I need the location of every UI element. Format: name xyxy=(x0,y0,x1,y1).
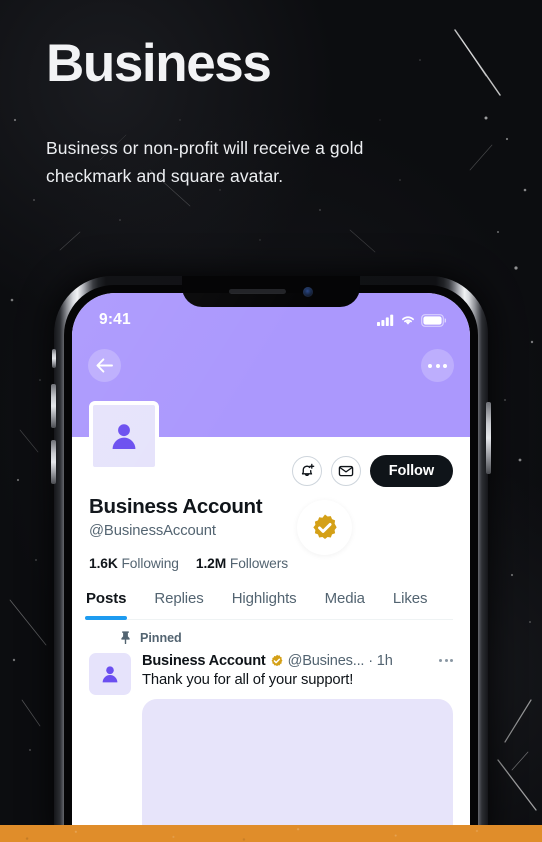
silent-switch-button[interactable] xyxy=(52,349,56,368)
power-button[interactable] xyxy=(486,402,491,474)
tweet-content: Business Account @Busines... · 1h Thank … xyxy=(142,653,453,842)
more-horizontal-icon xyxy=(444,659,448,663)
follow-button[interactable]: Follow xyxy=(369,454,453,487)
tweet-timestamp: · 1h xyxy=(368,652,393,669)
profile-app: 9:41 Follow Business Account @BusinessAc… xyxy=(72,293,470,842)
following-count: 1.6K xyxy=(89,555,118,571)
more-horizontal-icon xyxy=(435,363,440,368)
pinned-label: Pinned xyxy=(140,630,182,645)
footer-accent-bar xyxy=(0,825,542,842)
more-options-button[interactable] xyxy=(421,349,454,382)
page-title: Business xyxy=(46,34,272,93)
tweet-media-placeholder[interactable] xyxy=(142,698,453,842)
following-stat[interactable]: 1.6K Following xyxy=(89,556,179,571)
followers-stat[interactable]: 1.2M Followers xyxy=(196,556,288,571)
tweet-author-name: Business Account xyxy=(142,652,266,669)
following-label: Following xyxy=(121,555,179,571)
gold-verified-checkmark-icon xyxy=(312,514,337,539)
person-avatar-icon xyxy=(102,666,118,683)
more-horizontal-icon xyxy=(428,363,432,368)
profile-handle: @BusinessAccount xyxy=(89,522,216,539)
tweet-header: Business Account @Busines... · 1h xyxy=(142,653,453,669)
cellular-signal-icon xyxy=(377,314,394,326)
volume-up-button[interactable] xyxy=(51,384,56,428)
profile-avatar[interactable] xyxy=(89,401,159,471)
person-avatar-icon xyxy=(112,424,136,449)
page-subtitle: Business or non-profit will receive a go… xyxy=(46,138,364,187)
profile-body: Follow Business Account @BusinessAccount… xyxy=(72,437,470,842)
battery-icon xyxy=(421,313,446,327)
profile-tabs: Posts Replies Highlights Media Likes xyxy=(84,590,453,620)
profile-stats-row: 1.6K Following 1.2M Followers xyxy=(89,556,453,571)
headline-block: Business Business or non-profit will rec… xyxy=(46,34,486,190)
tab-media[interactable]: Media xyxy=(325,590,365,619)
bell-plus-icon xyxy=(301,463,315,476)
tweet-text: Thank you for all of your support! xyxy=(142,671,354,688)
phone-screen: 9:41 Follow Business Account @BusinessAc… xyxy=(72,293,470,842)
status-bar: 9:41 xyxy=(72,293,470,339)
tweet-menu-button[interactable] xyxy=(431,659,453,663)
tweet-avatar[interactable] xyxy=(89,652,131,695)
tweet-handle: @Busines... xyxy=(287,652,365,669)
tab-posts[interactable]: Posts xyxy=(84,590,128,620)
more-horizontal-icon xyxy=(443,363,447,368)
tab-likes[interactable]: Likes xyxy=(393,590,428,619)
tab-highlights[interactable]: Highlights xyxy=(232,590,297,619)
back-arrow-icon xyxy=(96,358,113,373)
phone-mockup: 9:41 Follow Business Account @BusinessAc… xyxy=(51,276,491,842)
profile-banner: 9:41 xyxy=(72,293,470,471)
more-horizontal-icon xyxy=(450,659,453,663)
pinned-indicator: Pinned xyxy=(120,631,453,645)
followers-label: Followers xyxy=(229,555,289,571)
followers-count: 1.2M xyxy=(195,555,227,571)
notifications-button[interactable] xyxy=(291,455,322,486)
status-bar-icons xyxy=(377,313,446,327)
gold-verified-checkmark-icon xyxy=(271,654,283,666)
gold-verified-badge-callout xyxy=(297,500,352,555)
message-button[interactable] xyxy=(330,455,361,486)
envelope-icon xyxy=(338,465,353,476)
profile-display-name: Business Account xyxy=(89,495,263,518)
tab-replies[interactable]: Replies xyxy=(154,590,203,619)
wifi-icon xyxy=(402,316,414,325)
more-horizontal-icon xyxy=(439,659,442,663)
volume-down-button[interactable] xyxy=(51,440,56,484)
status-bar-time: 9:41 xyxy=(99,311,131,328)
pin-icon xyxy=(121,631,130,645)
back-button[interactable] xyxy=(88,349,121,382)
pinned-tweet[interactable]: Business Account @Busines... · 1h Thank … xyxy=(89,652,453,842)
